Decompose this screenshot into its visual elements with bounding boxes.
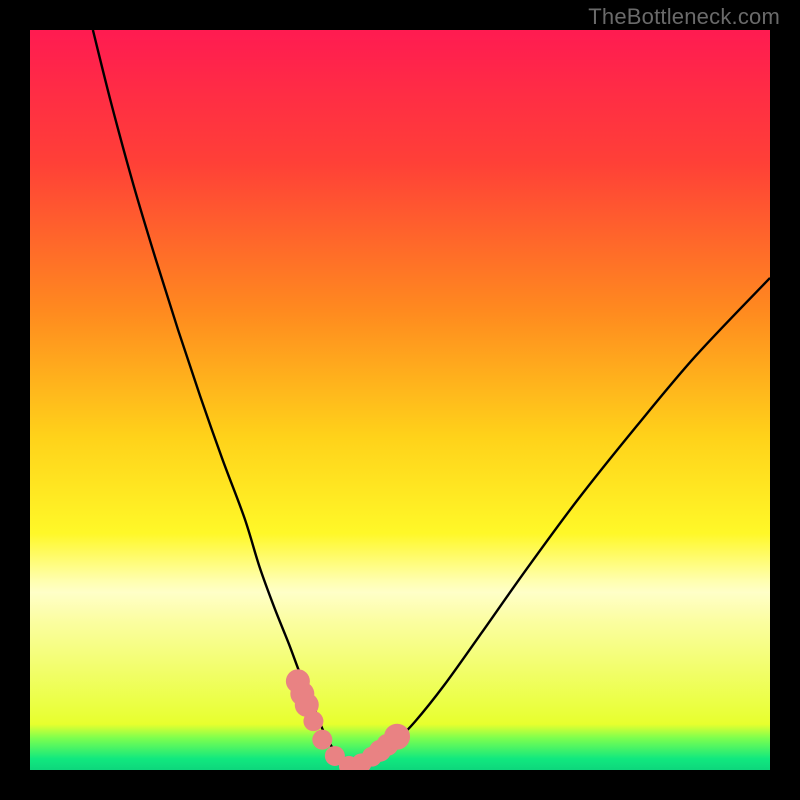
watermark-text: TheBottleneck.com [588,4,780,30]
marker-point [312,730,332,750]
bottleneck-chart [30,30,770,770]
chart-container [30,30,770,770]
marker-point [303,711,323,731]
marker-point [384,724,410,750]
